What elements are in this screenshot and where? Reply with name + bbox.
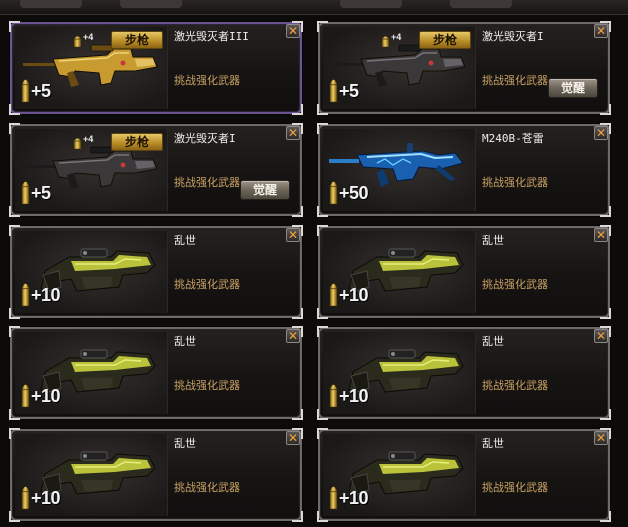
ammo-bullet-icon	[21, 380, 30, 412]
close-icon[interactable]: ✕	[594, 126, 608, 140]
bonus-value: +10	[339, 386, 369, 406]
ammo-bullet-icon	[21, 482, 30, 514]
bonus-value: +5	[31, 81, 51, 101]
bonus-value: +10	[31, 285, 61, 305]
weapon-card[interactable]: +10 乱世 挑战强化武器 ✕	[317, 225, 611, 319]
challenge-upgrade-label: 挑战强化武器	[482, 74, 548, 87]
ammo-badge-count: +4	[83, 134, 94, 144]
bonus-value: +10	[339, 285, 369, 305]
bonus-value: +5	[31, 183, 51, 203]
bonus-value: +10	[31, 488, 61, 508]
tab-stub	[120, 0, 182, 8]
weapon-card[interactable]: +10 乱世 挑战强化武器 ✕	[9, 428, 303, 522]
ammo-small-icon	[73, 33, 82, 52]
weapon-image-panel: +10	[15, 434, 168, 516]
close-icon[interactable]: ✕	[286, 24, 300, 38]
close-icon[interactable]: ✕	[286, 228, 300, 242]
weapon-name: 激光毁灭者I	[482, 30, 544, 43]
weapon-image-panel: +5 +4 步枪	[323, 27, 476, 109]
bonus-value: +10	[339, 488, 369, 508]
weapon-card[interactable]: +5 +4 步枪 激光毁灭者I 挑战强化武器 ✕ 觉醒	[317, 21, 611, 115]
challenge-upgrade-label: 挑战强化武器	[174, 481, 240, 494]
challenge-upgrade-label: 挑战强化武器	[174, 379, 240, 392]
ammo-bullet-icon	[21, 279, 30, 311]
frame-corner	[600, 511, 611, 522]
weapon-image-panel: +5 +4 步枪	[15, 27, 168, 109]
bonus-value: +50	[339, 183, 369, 203]
challenge-upgrade-label: 挑战强化武器	[482, 379, 548, 392]
weapon-card[interactable]: +50 M240B-苍雷 挑战强化武器 ✕	[317, 123, 611, 217]
challenge-upgrade-label: 挑战强化武器	[482, 278, 548, 291]
weapon-name: 乱世	[174, 234, 196, 247]
ammo-bullet-icon	[21, 75, 30, 107]
weapon-image-panel: +5 +4 步枪	[15, 129, 168, 211]
frame-corner	[292, 104, 303, 115]
tab-stub	[450, 0, 512, 8]
bonus-value: +5	[339, 81, 359, 101]
weapon-card[interactable]: +10 乱世 挑战强化武器 ✕	[317, 428, 611, 522]
close-icon[interactable]: ✕	[286, 329, 300, 343]
challenge-upgrade-label: 挑战强化武器	[482, 481, 548, 494]
weapon-image-panel: +10	[323, 434, 476, 516]
weapon-card[interactable]: +10 乱世 挑战强化武器 ✕	[9, 326, 303, 420]
weapon-card[interactable]: +5 +4 步枪 激光毁灭者III 挑战强化武器 ✕	[9, 21, 303, 115]
tab-stub	[340, 0, 402, 8]
weapon-name: 乱世	[482, 335, 504, 348]
ammo-badge-count: +4	[391, 32, 402, 42]
weapon-card[interactable]: +10 乱世 挑战强化武器 ✕	[317, 326, 611, 420]
category-badge: 步枪	[111, 133, 163, 151]
frame-corner	[600, 409, 611, 420]
frame-corner	[292, 511, 303, 522]
close-icon[interactable]: ✕	[594, 228, 608, 242]
ammo-badge-count: +4	[83, 32, 94, 42]
close-icon[interactable]: ✕	[594, 329, 608, 343]
ammo-bullet-icon	[329, 482, 338, 514]
frame-corner	[292, 409, 303, 420]
weapon-image-panel: +50	[323, 129, 476, 211]
weapon-name: 激光毁灭者I	[174, 132, 236, 145]
weapon-name: 乱世	[482, 234, 504, 247]
weapon-name: 乱世	[482, 437, 504, 450]
challenge-upgrade-label: 挑战强化武器	[174, 176, 240, 189]
weapon-name: 激光毁灭者III	[174, 30, 249, 43]
ammo-bullet-icon	[21, 177, 30, 209]
frame-corner	[292, 206, 303, 217]
weapon-card[interactable]: +10 乱世 挑战强化武器 ✕	[9, 225, 303, 319]
close-icon[interactable]: ✕	[594, 24, 608, 38]
frame-corner	[600, 206, 611, 217]
challenge-upgrade-label: 挑战强化武器	[174, 278, 240, 291]
tab-stub	[20, 0, 82, 8]
category-badge: 步枪	[111, 31, 163, 49]
challenge-upgrade-label: 挑战强化武器	[482, 176, 548, 189]
frame-corner	[600, 104, 611, 115]
ammo-bullet-icon	[329, 380, 338, 412]
weapon-image-panel: +10	[15, 332, 168, 414]
weapon-name: M240B-苍雷	[482, 132, 544, 145]
challenge-upgrade-label: 挑战强化武器	[174, 74, 240, 87]
weapon-image-panel: +10	[323, 332, 476, 414]
weapon-name: 乱世	[174, 335, 196, 348]
top-tab-strip	[0, 0, 628, 15]
frame-corner	[292, 308, 303, 319]
ammo-bullet-icon	[329, 279, 338, 311]
weapon-image-panel: +10	[323, 231, 476, 313]
category-badge: 步枪	[419, 31, 471, 49]
weapon-image-panel: +10	[15, 231, 168, 313]
close-icon[interactable]: ✕	[594, 431, 608, 445]
close-icon[interactable]: ✕	[286, 431, 300, 445]
bonus-value: +10	[31, 386, 61, 406]
ammo-bullet-icon	[329, 75, 338, 107]
ammo-small-icon	[381, 33, 390, 52]
weapon-name: 乱世	[174, 437, 196, 450]
ammo-bullet-icon	[329, 177, 338, 209]
awaken-button[interactable]: 觉醒	[548, 78, 598, 98]
weapon-card[interactable]: +5 +4 步枪 激光毁灭者I 挑战强化武器 ✕ 觉醒	[9, 123, 303, 217]
close-icon[interactable]: ✕	[286, 126, 300, 140]
awaken-button[interactable]: 觉醒	[240, 180, 290, 200]
ammo-small-icon	[73, 135, 82, 154]
frame-corner	[600, 308, 611, 319]
